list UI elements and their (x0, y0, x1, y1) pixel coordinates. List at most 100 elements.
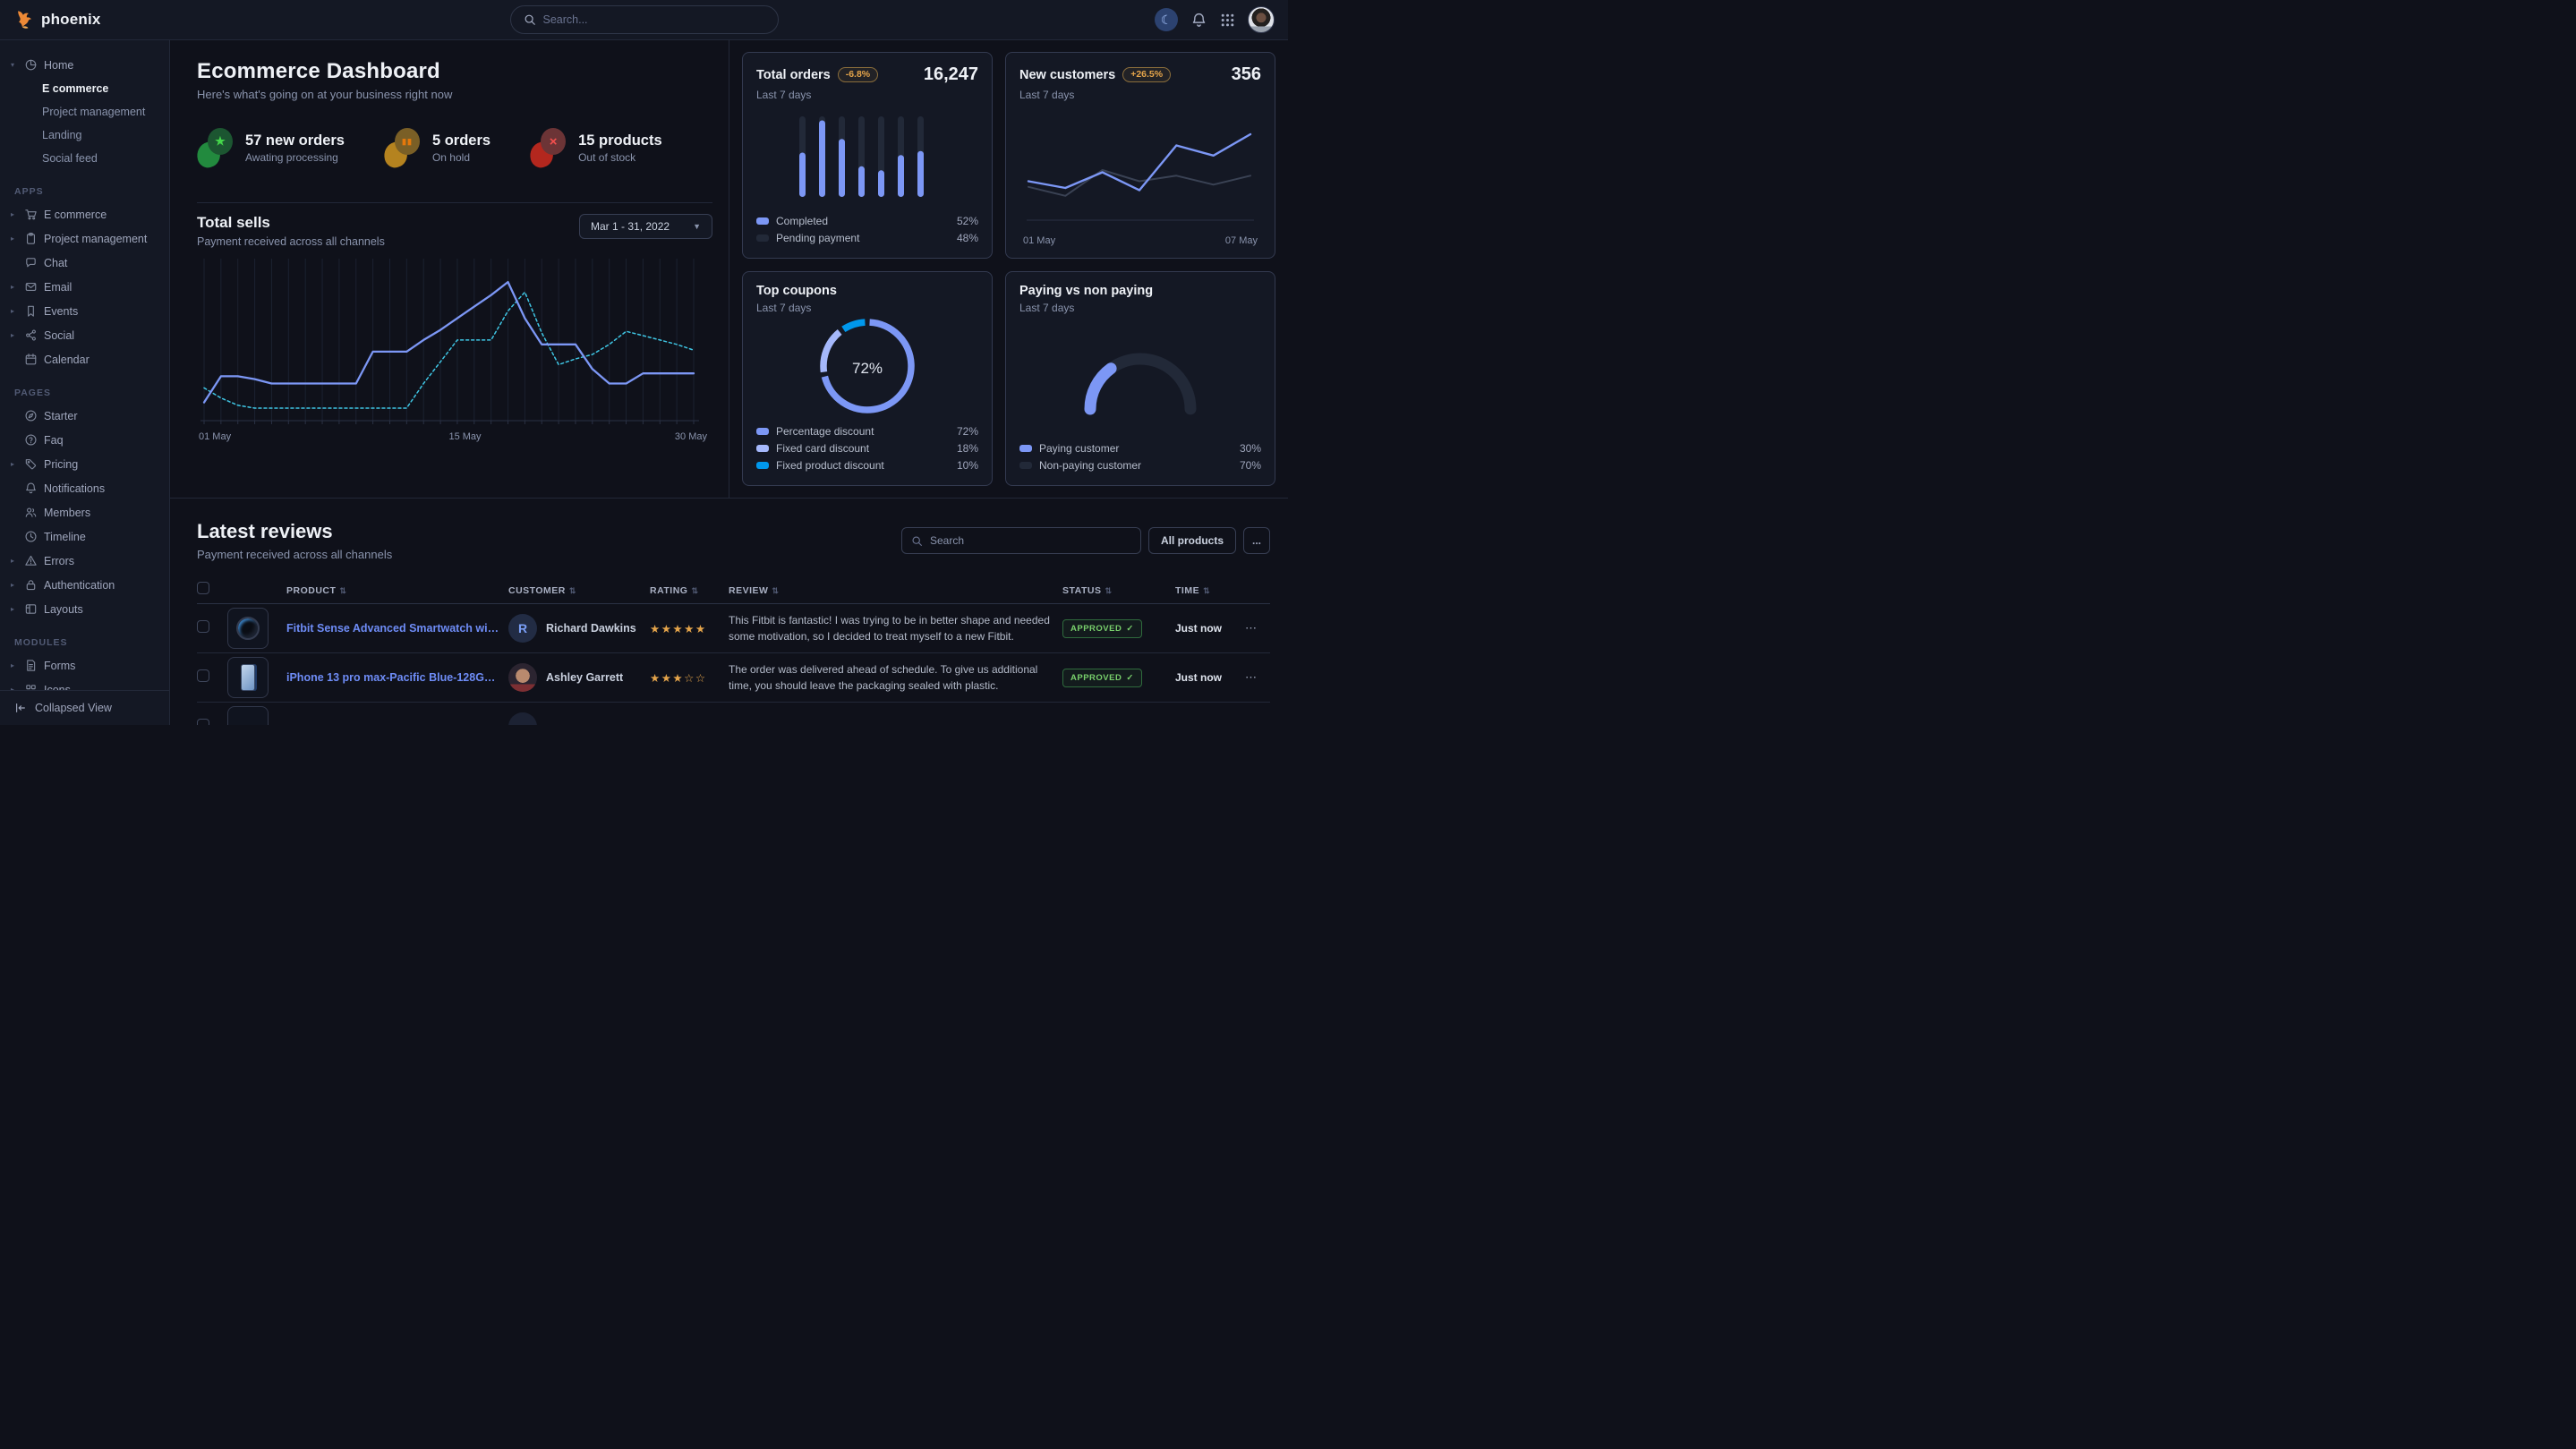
sidebar-item-project-management[interactable]: Project management (0, 100, 169, 124)
row-checkbox[interactable] (197, 620, 209, 633)
x-axis-label: 01 May (199, 431, 231, 442)
sidebar-item-starter[interactable]: Starter (0, 404, 169, 428)
sidebar-item-email[interactable]: ▸Email (0, 275, 169, 299)
compass-icon (24, 409, 38, 422)
sidebar-item-icons[interactable]: ▸Icons (0, 678, 169, 690)
column-header-status[interactable]: STATUS (1062, 585, 1168, 596)
sidebar-item-events[interactable]: ▸Events (0, 299, 169, 323)
sidebar-item-timeline[interactable]: Timeline (0, 524, 169, 549)
legend-label: Fixed product discount (776, 459, 884, 472)
more-options-button[interactable]: ... (1243, 527, 1270, 554)
all-products-button[interactable]: All products (1148, 527, 1236, 554)
column-header-time[interactable]: TIME (1175, 585, 1238, 596)
legend-completed: Completed52% (756, 212, 978, 229)
clock-icon (24, 530, 38, 543)
clipboard-icon (24, 232, 38, 245)
sidebar-item-home[interactable]: ▾Home (0, 53, 169, 77)
reviews-search[interactable] (901, 527, 1141, 554)
notifications-bell-icon[interactable] (1190, 12, 1207, 29)
select-all-checkbox[interactable] (197, 582, 209, 594)
user-avatar[interactable] (1248, 6, 1275, 33)
chevron-down-icon: ▼ (693, 222, 701, 231)
caret-icon: ▸ (11, 581, 18, 589)
apps-grid-icon[interactable] (1220, 13, 1235, 28)
reviews-search-input[interactable] (930, 534, 1131, 547)
sidebar-item-social[interactable]: ▸Social (0, 323, 169, 347)
legend-fixed-product-discount: Fixed product discount10% (756, 456, 978, 473)
sidebar-item-social-feed[interactable]: Social feed (0, 147, 169, 170)
caret-icon: ▾ (11, 61, 18, 69)
sidebar-item-pricing[interactable]: ▸Pricing (0, 452, 169, 476)
row-more-button[interactable]: ⋯ (1245, 621, 1270, 635)
search-input[interactable] (543, 13, 765, 26)
sidebar-item-e-commerce[interactable]: E commerce (0, 77, 169, 100)
brand[interactable]: phoenix (13, 9, 170, 30)
legend-paying-customer: Paying customer30% (1019, 439, 1261, 456)
row-more-button[interactable]: ⋯ (1245, 670, 1270, 685)
divider (197, 202, 712, 203)
sidebar-item-chat[interactable]: Chat (0, 251, 169, 275)
sidebar-item-project-management[interactable]: ▸Project management (0, 226, 169, 251)
table-header-row: PRODUCT CUSTOMER RATING REVIEW STATUS TIME (197, 577, 1270, 604)
legend-pending-payment: Pending payment48% (756, 229, 978, 246)
status-badge: APPROVED ✓ (1062, 619, 1142, 638)
sidebar-item-e-commerce[interactable]: ▸E commerce (0, 202, 169, 226)
question-icon (24, 433, 38, 447)
legend-swatch (1019, 445, 1032, 452)
legend-swatch (756, 234, 769, 242)
x-axis-label: 30 May (675, 431, 707, 442)
product-link[interactable]: Fitbit Sense Advanced Smartwatch with To… (286, 622, 501, 635)
chat-icon (24, 256, 38, 269)
layout-icon (24, 602, 38, 616)
x-axis-label: 07 May (1225, 235, 1258, 246)
sidebar-item-notifications[interactable]: Notifications (0, 476, 169, 500)
customer-avatar: R (508, 614, 537, 643)
column-header-customer[interactable]: CUSTOMER (508, 585, 643, 596)
theme-toggle-moon-icon[interactable]: ☾ (1155, 8, 1178, 31)
sidebar-item-faq[interactable]: Faq (0, 428, 169, 452)
column-header-rating[interactable]: RATING (650, 585, 721, 596)
legend-swatch (756, 462, 769, 469)
star-blob-icon: ★ (197, 128, 233, 167)
product-thumbnail[interactable] (227, 608, 269, 649)
cart-icon (24, 208, 38, 221)
total-orders-value: 16,247 (924, 64, 978, 85)
product-thumbnail[interactable] (227, 657, 269, 698)
top-coupons-card: Top coupons Last 7 days 72% Percentage d… (742, 271, 993, 486)
sidebar: ▾HomeE commerceProject managementLanding… (0, 40, 170, 725)
global-search[interactable] (510, 5, 779, 34)
check-icon: ✓ (1126, 624, 1133, 634)
row-checkbox[interactable] (197, 669, 209, 682)
sidebar-item-layouts[interactable]: ▸Layouts (0, 597, 169, 621)
total-sells-chart (197, 255, 712, 431)
sidebar-item-errors[interactable]: ▸Errors (0, 549, 169, 573)
caret-icon: ▸ (11, 557, 18, 565)
caret-icon: ▸ (11, 661, 18, 669)
paying-gauge-chart (1019, 314, 1261, 439)
customer-name: Richard Dawkins (546, 622, 636, 635)
legend-fixed-card-discount: Fixed card discount18% (756, 439, 978, 456)
sidebar-item-landing[interactable]: Landing (0, 124, 169, 147)
sidebar-item-forms[interactable]: ▸Forms (0, 653, 169, 678)
card-subtitle: Last 7 days (756, 302, 978, 314)
customer-avatar (508, 663, 537, 692)
legend-label: Percentage discount (776, 425, 874, 438)
search-icon (524, 13, 536, 26)
product-link[interactable]: iPhone 13 pro max-Pacific Blue-128GB sto… (286, 671, 501, 684)
product-thumbnail[interactable] (227, 706, 269, 725)
legend-label: Pending payment (776, 232, 859, 244)
collapsed-view-toggle[interactable]: Collapsed View (0, 690, 169, 725)
sidebar-item-members[interactable]: Members (0, 500, 169, 524)
sidebar-item-authentication[interactable]: ▸Authentication (0, 573, 169, 597)
legend-swatch (756, 445, 769, 452)
date-range-select[interactable]: Mar 1 - 31, 2022 ▼ (579, 214, 712, 239)
status-badge: APPROVED ✓ (1062, 669, 1142, 687)
column-header-review[interactable]: REVIEW (729, 585, 1055, 596)
row-checkbox[interactable] (197, 719, 209, 726)
legend-label: Paying customer (1039, 442, 1119, 455)
sidebar-item-calendar[interactable]: Calendar (0, 347, 169, 371)
legend-non-paying-customer: Non-paying customer70% (1019, 456, 1261, 473)
column-header-product[interactable]: PRODUCT (286, 585, 501, 596)
table-row: iPhone 13 pro max-Pacific Blue-128GB sto… (197, 653, 1270, 703)
table-row (197, 703, 1270, 725)
